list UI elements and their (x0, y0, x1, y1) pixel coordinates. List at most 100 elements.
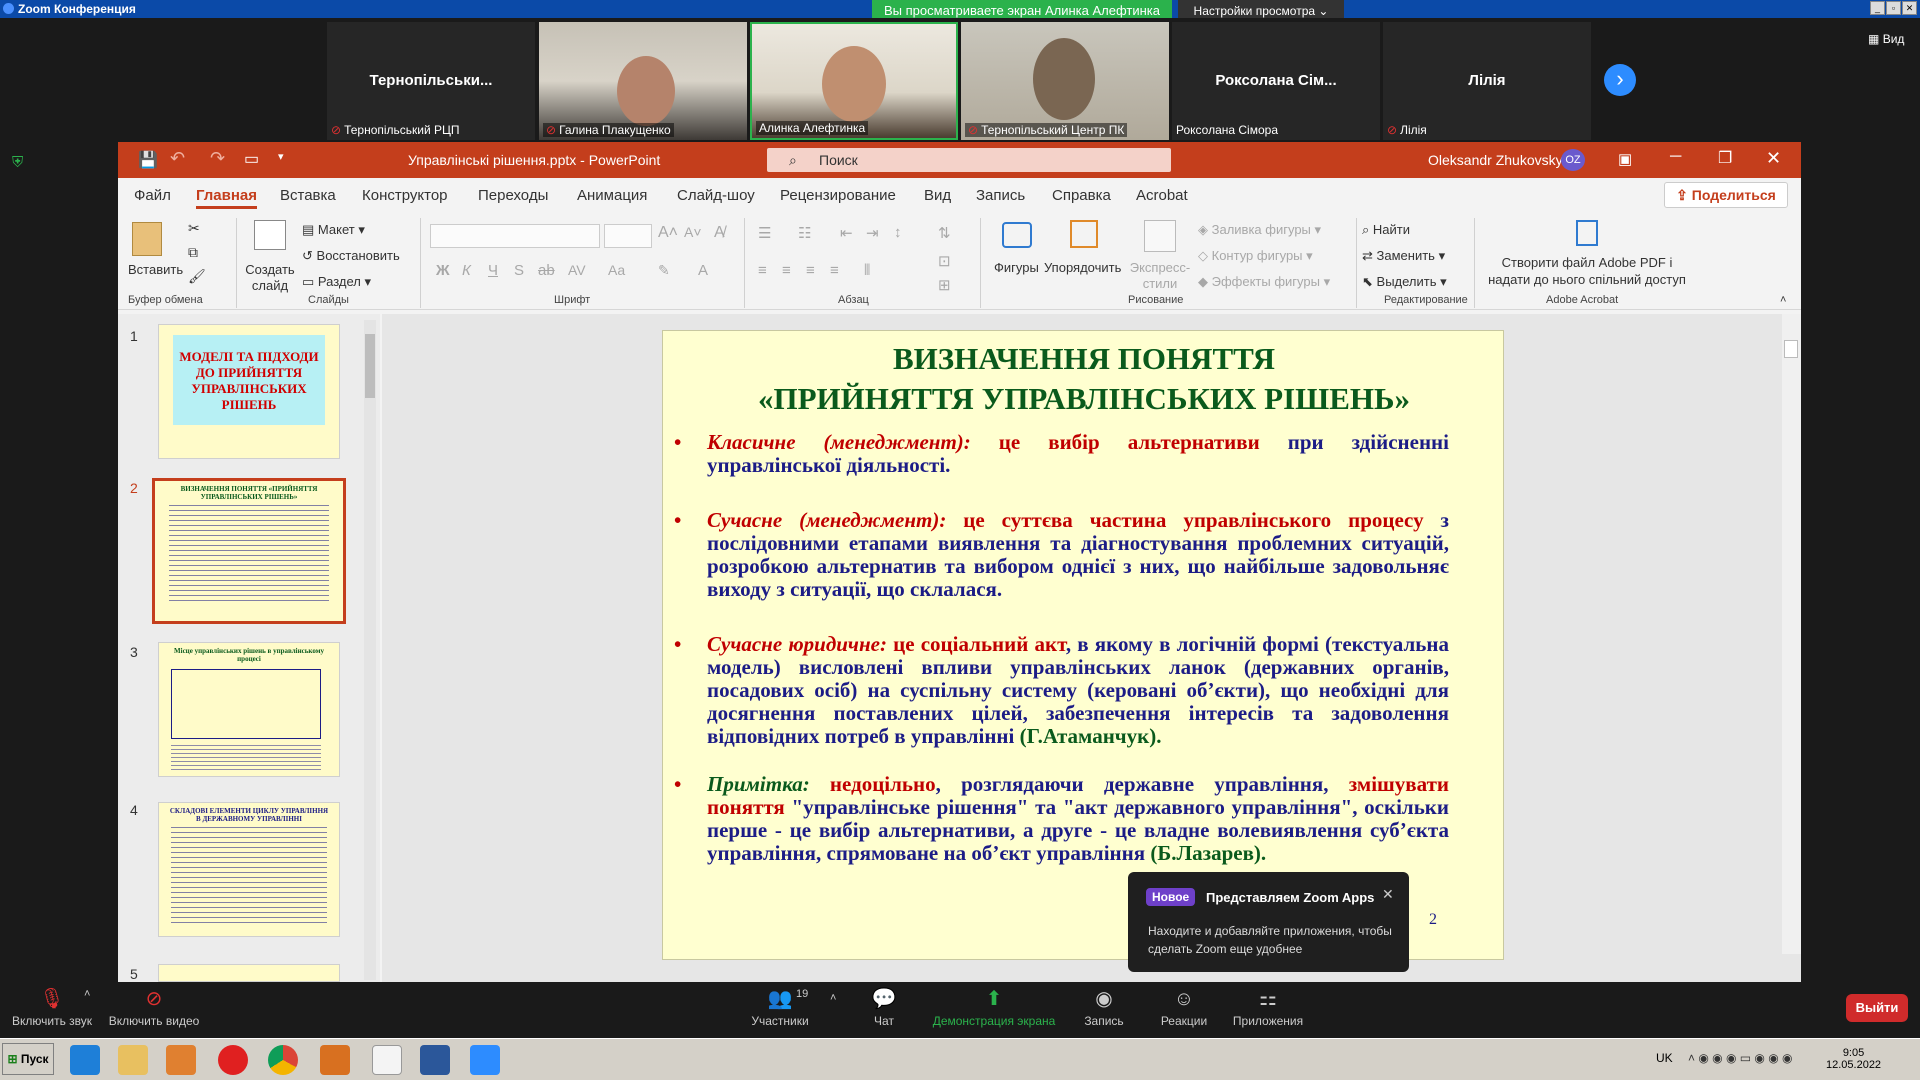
participant-tile[interactable]: ⊘ Тернопільський Центр ПК (961, 22, 1169, 140)
text-direction-icon[interactable]: ⇅ (938, 224, 951, 242)
app-icon[interactable] (320, 1045, 350, 1075)
participant-tile-active[interactable]: Алинка Алефтинка (750, 22, 958, 140)
format-painter-icon[interactable]: 🖌 (188, 268, 206, 285)
opera-icon[interactable] (218, 1045, 248, 1075)
redo-icon[interactable]: ↷ (210, 148, 225, 169)
system-clock[interactable]: 9:05 12.05.2022 (1826, 1047, 1881, 1071)
font-color-icon[interactable]: A (698, 262, 708, 279)
new-slide-button[interactable]: Создать слайд (244, 262, 296, 294)
slide-canvas[interactable]: ВИЗНАЧЕННЯ ПОНЯТТЯ «ПРИЙНЯТТЯ УПРАВЛІНСЬ… (662, 330, 1504, 960)
zoom-icon[interactable] (470, 1045, 500, 1075)
language-indicator[interactable]: UK (1656, 1051, 1673, 1065)
change-case-icon[interactable]: Aa (608, 262, 625, 278)
bullets-icon[interactable]: ☰ (758, 224, 771, 242)
shadow-icon[interactable]: S (514, 262, 524, 279)
participant-tile[interactable]: Лілія ⊘ Лілія (1383, 22, 1591, 140)
view-button[interactable]: ▦ Вид (1868, 32, 1904, 46)
audio-options-icon[interactable]: ˄ (84, 988, 90, 1000)
slide-thumbnail[interactable]: СКЛАДОВІ ЕЛЕМЕНТИ ЦИКЛУ УПРАВЛІННЯ В ДЕР… (158, 802, 340, 937)
tab-slideshow[interactable]: Слайд-шоу (677, 187, 755, 204)
ribbon-display-icon[interactable]: ▣ (1618, 150, 1632, 168)
shapes-button[interactable]: Фигуры (994, 260, 1039, 275)
ie-icon[interactable] (70, 1045, 100, 1075)
tray-icons[interactable]: ˄ ◉ ◉ ◉ ▭ ◉ ◉ ◉ (1688, 1051, 1793, 1065)
tab-insert[interactable]: Вставка (280, 187, 336, 204)
shape-outline-button[interactable]: ◇ Контур фигуры ▾ (1198, 248, 1313, 264)
font-size-select[interactable] (604, 224, 652, 248)
chat-button[interactable]: 💬 Чат (862, 982, 906, 1028)
tab-help[interactable]: Справка (1052, 187, 1111, 204)
shape-effects-button[interactable]: ◆ Эффекты фигуры ▾ (1198, 274, 1330, 290)
indent-icon[interactable]: ⇥ (866, 224, 879, 242)
scrollbar-thumb[interactable] (365, 334, 375, 398)
arrange-button[interactable]: Упорядочить (1044, 260, 1121, 275)
copy-icon[interactable]: ⧉ (188, 244, 198, 261)
tab-design[interactable]: Конструктор (362, 187, 448, 204)
thumbnails-scrollbar[interactable] (364, 320, 376, 980)
share-screen-button[interactable]: ⬆ Демонстрация экрана (930, 982, 1058, 1028)
align-text-icon[interactable]: ⊡ (938, 252, 951, 270)
tab-home[interactable]: Главная (196, 187, 258, 209)
maximize-window-button[interactable]: ▫ (1886, 1, 1901, 15)
layout-button[interactable]: ▤ Макет ▾ (302, 222, 365, 238)
tab-view[interactable]: Вид (924, 187, 951, 204)
media-player-icon[interactable] (166, 1045, 196, 1075)
zoom-apps-toast[interactable]: Новое Представляем Zoom Apps ✕ Находите … (1128, 872, 1409, 972)
find-button[interactable]: ⌕ Найти (1362, 222, 1410, 238)
customize-toolbar-icon[interactable]: ▾ (278, 150, 284, 163)
highlight-icon[interactable]: ✎ (658, 262, 670, 279)
decrease-font-icon[interactable]: A˅ (684, 224, 702, 240)
minimize-icon[interactable]: ─ (1670, 148, 1681, 166)
columns-icon[interactable]: ⫴ (864, 262, 870, 279)
undo-icon[interactable]: ↶ (170, 148, 185, 169)
justify-icon[interactable]: ≡ (830, 262, 839, 279)
scrollbar-thumb[interactable] (1784, 340, 1798, 358)
align-right-icon[interactable]: ≡ (806, 262, 815, 279)
apps-button[interactable]: ⚏ Приложения (1230, 982, 1306, 1028)
start-button[interactable]: ⊞ Пуск (2, 1043, 54, 1075)
editor-scrollbar[interactable] (1782, 314, 1801, 954)
close-icon[interactable]: ✕ (1766, 148, 1781, 169)
restore-icon[interactable]: ❐ (1718, 148, 1732, 168)
save-icon[interactable]: 💾 (138, 150, 158, 170)
font-family-select[interactable] (430, 224, 600, 248)
line-spacing-icon[interactable]: ↕ (894, 224, 902, 241)
section-button[interactable]: ▭ Раздел ▾ (302, 274, 371, 290)
bold-icon[interactable]: Ж (436, 262, 450, 279)
record-button[interactable]: ◉ Запись (1078, 982, 1130, 1028)
slide-thumbnail[interactable] (158, 964, 340, 982)
presentation-icon[interactable]: ▭ (244, 149, 259, 169)
tab-record[interactable]: Запись (976, 187, 1025, 204)
start-video-button[interactable]: ⊘ Включить видео (106, 982, 202, 1028)
reactions-button[interactable]: ☺ Реакции (1156, 982, 1212, 1028)
clear-format-icon[interactable]: A̸ (714, 224, 725, 242)
word-icon[interactable] (420, 1045, 450, 1075)
tab-acrobat[interactable]: Acrobat (1136, 187, 1188, 204)
increase-font-icon[interactable]: A˄ (658, 224, 678, 242)
share-button[interactable]: ⇪ Поделиться (1664, 182, 1788, 208)
underline-icon[interactable]: Ч (488, 262, 498, 279)
reset-button[interactable]: ↺ Восстановить (302, 248, 400, 264)
unmute-button[interactable]: 🎙 Включить звук (8, 982, 96, 1028)
document-icon[interactable] (372, 1045, 402, 1075)
tab-review[interactable]: Рецензирование (780, 187, 896, 204)
strikethrough-icon[interactable]: ab (538, 262, 555, 279)
search-input[interactable]: ⌕ Поиск (767, 148, 1171, 172)
slide-thumbnail[interactable]: МОДЕЛІ ТА ПІДХОДИ ДО ПРИЙНЯТТЯ УПРАВЛІНС… (158, 324, 340, 459)
leave-button[interactable]: Выйти (1846, 994, 1908, 1022)
outdent-icon[interactable]: ⇤ (840, 224, 853, 242)
cut-icon[interactable]: ✂ (188, 220, 200, 237)
tab-animation[interactable]: Анимация (577, 187, 647, 204)
tab-file[interactable]: Файл (134, 187, 171, 204)
avatar[interactable]: OZ (1561, 149, 1585, 171)
slide-thumbnail[interactable]: Місце управлінських рішень в управлінськ… (158, 642, 340, 777)
close-window-button[interactable]: ✕ (1902, 1, 1917, 15)
next-page-icon[interactable]: › (1604, 64, 1636, 96)
participant-tile[interactable]: Роксолана Сім... Роксолана Сімора (1172, 22, 1380, 140)
participants-options-icon[interactable]: ˄ (830, 992, 836, 1004)
chrome-icon[interactable] (268, 1045, 298, 1075)
participant-tile[interactable]: ⊘ Галина Плакущенко (539, 22, 747, 140)
spacing-icon[interactable]: AV (568, 262, 586, 278)
minimize-window-button[interactable]: _ (1870, 1, 1885, 15)
shape-fill-button[interactable]: ◈ Заливка фигуры ▾ (1198, 222, 1321, 238)
